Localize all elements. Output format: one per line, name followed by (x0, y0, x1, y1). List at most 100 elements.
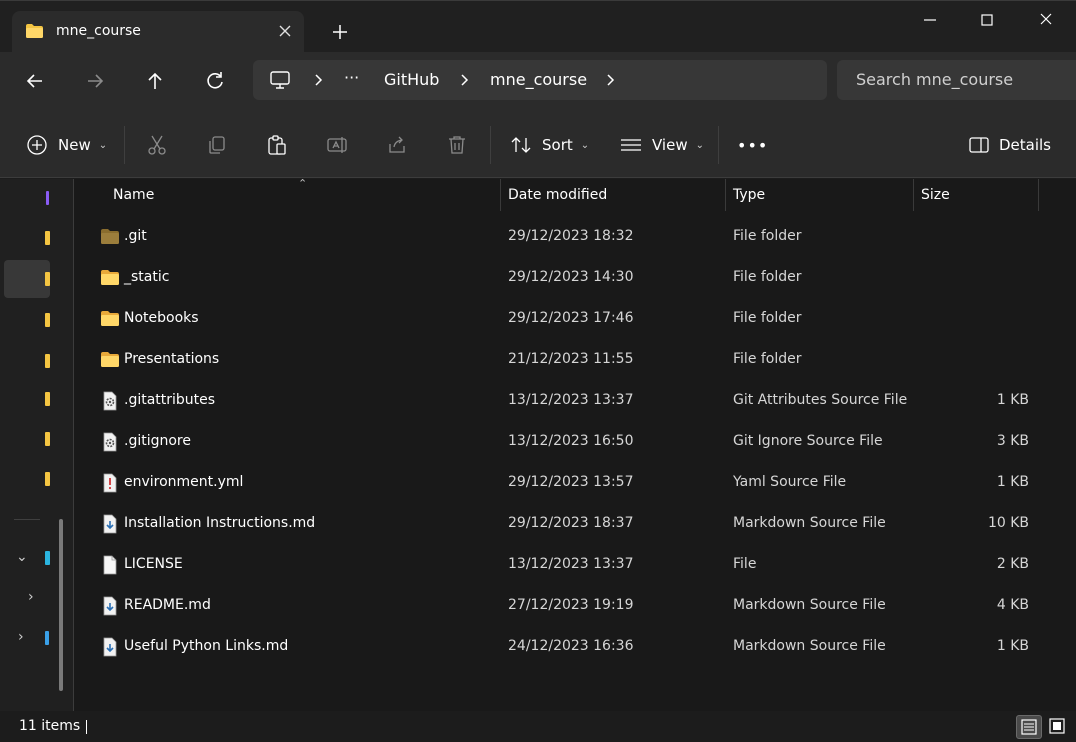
file-row[interactable]: .git 29/12/2023 18:32 File folder (74, 217, 1076, 258)
details-pane-icon (969, 137, 989, 153)
file-row[interactable]: _static 29/12/2023 14:30 File folder (74, 258, 1076, 299)
chevron-down-icon: ⌄ (98, 139, 108, 151)
chevron-right-icon[interactable]: › (28, 589, 34, 605)
navigation-pane[interactable]: ⌄ › › (0, 179, 74, 711)
close-tab-icon[interactable] (276, 22, 294, 40)
delete-icon[interactable] (446, 134, 468, 156)
nav-onedrive-icon[interactable] (45, 551, 50, 565)
chevron-down-icon: ⌄ (695, 139, 704, 151)
back-arrow-icon[interactable] (22, 68, 48, 94)
file-list[interactable]: ⌃ Name Date modified Type Size .git 29/12… (74, 177, 1076, 711)
divider (490, 126, 491, 164)
file-row[interactable]: Useful Python Links.md 24/12/2023 16:36 Ma… (74, 627, 1076, 668)
details-view-button[interactable] (1016, 715, 1042, 739)
file-row[interactable]: Installation Instructions.md 29/12/2023 1… (74, 504, 1076, 545)
maximize-icon[interactable] (973, 9, 1001, 31)
chevron-right-icon[interactable] (603, 70, 617, 90)
file-date-modified: 13/12/2023 13:37 (508, 556, 634, 572)
up-arrow-icon[interactable] (142, 68, 168, 94)
file-type: Git Ignore Source File (733, 433, 883, 449)
file-size: 1 KB (996, 392, 1029, 408)
markdown-file-icon (100, 596, 120, 616)
file-date-modified: 24/12/2023 16:36 (508, 638, 634, 654)
nav-folder-icon[interactable] (45, 392, 50, 406)
sort-icon (511, 137, 531, 153)
close-window-icon[interactable] (1032, 9, 1060, 31)
nav-folder-icon[interactable] (45, 313, 50, 327)
new-tab-icon[interactable] (330, 22, 350, 42)
file-row[interactable]: Presentations 21/12/2023 11:55 File folder (74, 340, 1076, 381)
file-type: File folder (733, 351, 802, 367)
large-icons-view-button[interactable] (1045, 715, 1071, 739)
view-button[interactable]: View ⌄ (620, 132, 704, 158)
file-date-modified: 27/12/2023 19:19 (508, 597, 634, 613)
cut-icon[interactable] (146, 134, 168, 156)
search-box[interactable]: Search mne_course (837, 60, 1076, 100)
nav-folder-icon[interactable] (45, 231, 50, 245)
rename-icon[interactable] (326, 134, 348, 156)
navigation-bar: ··· GitHub mne_course Search mne_course (0, 52, 1076, 110)
chevron-right-icon[interactable]: › (18, 629, 24, 645)
details-button[interactable]: Details (968, 132, 1051, 158)
more-options-button[interactable]: ••• (737, 132, 768, 158)
sort-button[interactable]: Sort ⌄ (510, 132, 589, 158)
file-row[interactable]: .gitignore 13/12/2023 16:50 Git Ignore Sou… (74, 422, 1076, 463)
settings-file-icon (100, 432, 120, 452)
chevron-right-icon[interactable] (457, 70, 471, 90)
minimize-icon[interactable] (916, 9, 944, 31)
column-header-type[interactable]: Type (726, 179, 913, 213)
chevron-down-icon[interactable]: ⌄ (16, 549, 28, 565)
file-row[interactable]: .gitattributes 13/12/2023 13:37 Git Attrib… (74, 381, 1076, 422)
this-pc-icon[interactable] (269, 70, 291, 90)
tab-mne-course[interactable]: mne_course (12, 11, 304, 53)
nav-folder-icon[interactable] (45, 354, 50, 368)
view-icon (621, 139, 641, 151)
file-row[interactable]: LICENSE 13/12/2023 13:37 File 2 KB (74, 545, 1076, 586)
nav-folder-icon[interactable] (45, 432, 50, 446)
file-type: Yaml Source File (733, 474, 847, 490)
share-icon[interactable] (386, 134, 408, 156)
status-bar: 11 items (0, 711, 1076, 742)
column-header-name[interactable]: Name (74, 179, 500, 213)
file-row[interactable]: Notebooks 29/12/2023 17:46 File folder (74, 299, 1076, 340)
nav-network-icon[interactable] (45, 631, 49, 645)
copy-icon[interactable] (206, 134, 228, 156)
more-options-icon: ••• (737, 135, 769, 155)
file-row[interactable]: environment.yml 29/12/2023 13:57 Yaml Sour… (74, 463, 1076, 504)
refresh-icon[interactable] (202, 68, 228, 94)
folder-icon (100, 309, 120, 329)
file-type: Markdown Source File (733, 597, 886, 613)
file-date-modified: 29/12/2023 17:46 (508, 310, 634, 326)
file-row[interactable]: README.md 27/12/2023 19:19 Markdown Source… (74, 586, 1076, 627)
nav-folder-icon[interactable] (45, 472, 50, 486)
column-header-size[interactable]: Size (914, 179, 1038, 213)
breadcrumb-github[interactable]: GitHub (384, 70, 439, 89)
file-date-modified: 13/12/2023 16:50 (508, 433, 634, 449)
file-type: File folder (733, 269, 802, 285)
column-size-label: Size (921, 187, 950, 203)
breadcrumb-mne-course[interactable]: mne_course (490, 70, 587, 89)
file-name: Notebooks (124, 310, 199, 326)
file-name: environment.yml (124, 474, 244, 490)
nav-selected-item[interactable] (4, 260, 50, 298)
chevron-right-icon[interactable] (311, 70, 325, 90)
file-name: README.md (124, 597, 211, 613)
scrollbar[interactable] (59, 519, 63, 691)
column-type-label: Type (733, 187, 766, 203)
divider (14, 519, 40, 520)
command-bar: New ⌄ Sort ⌄ View ⌄ ••• Details (0, 110, 1076, 178)
column-divider[interactable] (1038, 179, 1039, 211)
forward-arrow-icon[interactable] (82, 68, 108, 94)
column-header-date[interactable]: Date modified (501, 179, 725, 213)
paste-icon[interactable] (266, 134, 288, 156)
tab-title: mne_course (56, 23, 141, 39)
search-placeholder[interactable]: Search mne_course (856, 70, 1013, 89)
address-bar[interactable]: ··· GitHub mne_course (253, 60, 827, 100)
folder-icon (26, 24, 43, 38)
markdown-file-icon (100, 637, 120, 657)
breadcrumb-overflow[interactable]: ··· (344, 68, 359, 87)
nav-folder-icon[interactable] (45, 272, 50, 286)
new-button[interactable]: New ⌄ (26, 132, 107, 158)
file-size: 1 KB (996, 638, 1029, 654)
nav-item-icon[interactable] (46, 191, 49, 205)
